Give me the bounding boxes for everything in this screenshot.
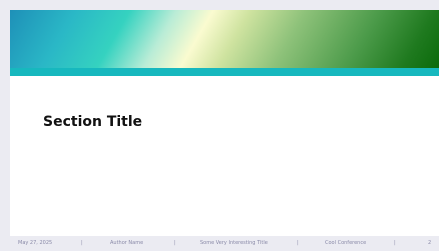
footer-conference: Cool Conference [325,240,367,246]
footer-separator: | [81,240,83,246]
header-gradient-banner [10,10,439,68]
section-title: Section Title [43,114,143,130]
footer-author: Author Name [110,240,144,246]
footer-separator: | [297,240,299,246]
footer-separator: | [174,240,176,246]
footer-date: May 27, 2025 [18,240,53,246]
footer-bar: May 27, 2025 | Author Name | Some Very I… [0,239,439,249]
footer-title: Some Very Interesting Title [200,240,268,246]
footer-page-number: 2 [428,240,432,246]
header-accent-stripe [10,68,439,76]
footer-separator: | [394,240,396,246]
slide: Section Title [10,10,439,236]
